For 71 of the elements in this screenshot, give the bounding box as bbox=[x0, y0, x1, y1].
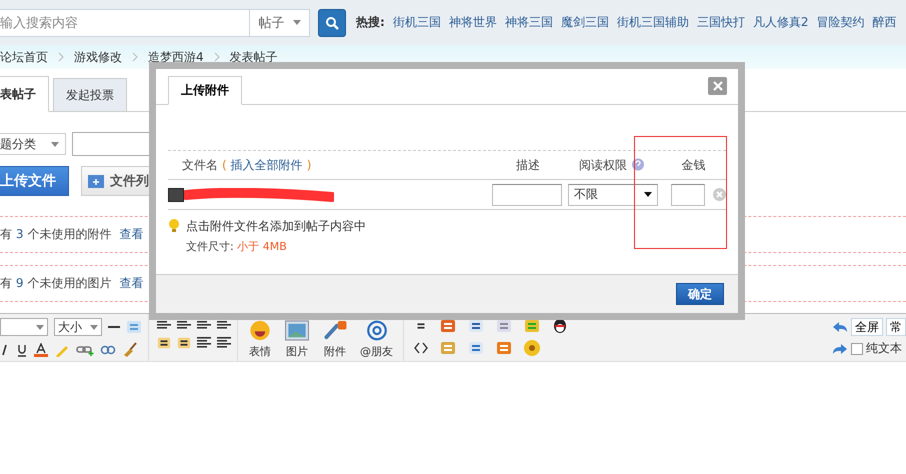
dialog-tab[interactable]: 上传附件 bbox=[168, 76, 242, 105]
view-link[interactable]: 查看 bbox=[119, 275, 144, 292]
search-icon bbox=[325, 16, 339, 30]
font-select[interactable] bbox=[0, 318, 48, 336]
code-icon[interactable] bbox=[414, 342, 428, 354]
caret-icon bbox=[51, 142, 59, 146]
caret-icon bbox=[292, 20, 300, 25]
unused-notice: 有 9 个未使用的图片 bbox=[0, 275, 112, 292]
price-header: 金钱 bbox=[682, 156, 706, 174]
tab[interactable]: 表帖子 bbox=[0, 76, 49, 112]
lightbulb-icon bbox=[168, 218, 180, 234]
close-button[interactable] bbox=[708, 77, 727, 95]
undo-icon[interactable] bbox=[832, 321, 848, 333]
picture-icon bbox=[284, 320, 310, 341]
file-icon bbox=[168, 188, 184, 202]
caret-icon bbox=[36, 324, 44, 330]
hot-search-link[interactable]: 魔剑三国 bbox=[560, 14, 609, 31]
description-header: 描述 bbox=[516, 156, 540, 174]
plain-text-label: 纯文本 bbox=[866, 340, 902, 357]
bracket: ) bbox=[306, 158, 312, 172]
upload-button[interactable]: 上传文件 bbox=[0, 166, 69, 196]
chevron-icon bbox=[214, 52, 220, 62]
description-field[interactable] bbox=[492, 184, 562, 206]
view-link[interactable]: 查看 bbox=[119, 226, 144, 243]
caret-icon bbox=[644, 192, 652, 197]
underline-icon[interactable] bbox=[16, 344, 28, 356]
breadcrumb-link[interactable]: 发表帖子 bbox=[230, 48, 278, 66]
breadcrumb-link[interactable]: 游戏修改 bbox=[74, 48, 122, 66]
breadcrumb-link[interactable]: 造梦西游4 bbox=[148, 48, 204, 66]
hot-search-link[interactable]: 醉西 bbox=[872, 14, 896, 31]
italic-icon[interactable] bbox=[0, 344, 10, 356]
hot-search-link[interactable]: 三国快打 bbox=[696, 14, 745, 31]
file-size-text: 文件尺寸: 小于 4MB bbox=[186, 239, 288, 254]
hot-search-link[interactable]: 神将三国 bbox=[504, 14, 553, 31]
mode-button[interactable]: 常 bbox=[886, 318, 906, 336]
unused-notice: 有 3 个未使用的附件 bbox=[0, 226, 112, 243]
folder-plus-icon bbox=[88, 174, 104, 188]
font-size-select[interactable]: 大小 bbox=[54, 318, 102, 336]
confirm-button[interactable]: 确定 bbox=[676, 283, 724, 305]
tab[interactable]: 发起投票 bbox=[53, 78, 127, 111]
caret-icon bbox=[90, 324, 98, 330]
media-button[interactable]: 附件 bbox=[318, 318, 352, 361]
hot-search-label: 热搜: bbox=[356, 14, 385, 31]
hot-search-link[interactable]: 凡人修真2 bbox=[752, 14, 808, 31]
media-button[interactable]: @朋友 bbox=[356, 318, 397, 361]
redo-icon[interactable] bbox=[832, 342, 848, 354]
permission-select[interactable]: 不限 bbox=[568, 184, 658, 206]
breadcrumb-link[interactable]: 论坛首页 bbox=[0, 48, 48, 66]
link-icon[interactable] bbox=[76, 344, 94, 356]
chevron-icon bbox=[58, 52, 64, 62]
filename-header: 文件名 bbox=[182, 156, 218, 174]
fullscreen-button[interactable]: 全屏 bbox=[851, 318, 883, 336]
smiley-icon bbox=[248, 320, 272, 341]
text-color-icon[interactable] bbox=[34, 343, 48, 357]
insert-all-link[interactable]: 插入全部附件 bbox=[230, 156, 303, 174]
hot-search-link[interactable]: 神将世界 bbox=[448, 14, 497, 31]
plain-text-checkbox[interactable] bbox=[851, 342, 863, 354]
bracket: ( bbox=[222, 158, 227, 172]
price-field[interactable] bbox=[671, 184, 705, 206]
tip-text: 点击附件文件名添加到帖子内容中 bbox=[186, 218, 366, 235]
permission-header: 阅读权限 bbox=[579, 156, 627, 174]
search-scope-dropdown[interactable]: 帖子 bbox=[250, 8, 310, 36]
hot-search-link[interactable]: 冒险契约 bbox=[816, 14, 864, 31]
search-field[interactable]: 输入搜索内容 bbox=[0, 8, 250, 36]
hot-search-link[interactable]: 街机三国 bbox=[392, 14, 441, 31]
search-button[interactable] bbox=[318, 8, 346, 36]
category-select[interactable]: 题分类 bbox=[0, 133, 66, 155]
close-icon bbox=[712, 81, 722, 91]
broom-icon[interactable] bbox=[122, 342, 138, 358]
hot-search-link[interactable]: 街机三国辅助 bbox=[616, 14, 689, 31]
chevron-icon bbox=[132, 52, 138, 62]
